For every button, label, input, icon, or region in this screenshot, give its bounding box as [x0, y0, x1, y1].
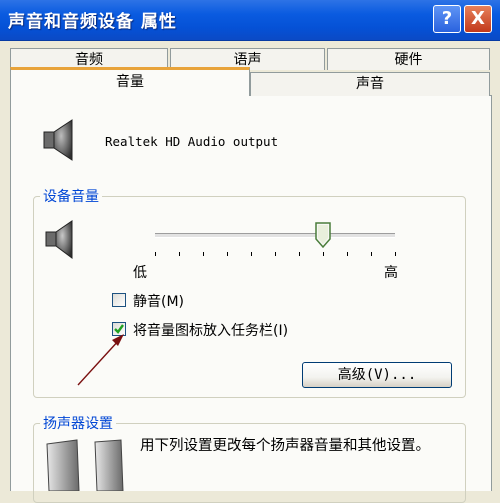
- volume-slider-track[interactable]: [155, 233, 395, 238]
- slider-tick: [155, 252, 156, 256]
- speaker-settings-description: 用下列设置更改每个扬声器音量和其他设置。: [140, 438, 430, 454]
- volume-slider-thumb[interactable]: [315, 222, 331, 248]
- slider-tick: [371, 252, 372, 256]
- slider-tick: [275, 252, 276, 256]
- advanced-button[interactable]: 高级(V)...: [302, 362, 452, 388]
- slider-tick: [395, 252, 396, 256]
- slider-tick: [323, 252, 324, 256]
- window-title: 声音和音频设备 属性: [8, 12, 177, 32]
- slider-tick: [299, 252, 300, 256]
- slider-tick: [203, 252, 204, 256]
- slider-tick: [227, 252, 228, 256]
- speaker-settings-label: 扬声器设置: [40, 413, 116, 433]
- tab-volume[interactable]: 音量: [10, 67, 250, 96]
- tab-hardware[interactable]: 硬件: [327, 48, 490, 70]
- help-button[interactable]: ?: [433, 5, 461, 33]
- title-bar: 声音和音频设备 属性 ? X: [0, 0, 500, 41]
- slider-tick: [251, 252, 252, 256]
- mute-checkbox[interactable]: [112, 293, 126, 307]
- close-button[interactable]: X: [464, 5, 492, 33]
- slider-tick: [179, 252, 180, 256]
- device-volume-label: 设备音量: [40, 186, 102, 206]
- speakers-icon: [46, 439, 124, 491]
- volume-high-label: 高: [384, 265, 398, 281]
- speaker-icon: [45, 220, 73, 259]
- speaker-icon: [43, 119, 73, 161]
- mute-label: 静音(M): [133, 294, 185, 310]
- volume-low-label: 低: [133, 265, 147, 281]
- tray-icon-label: 将音量图标放入任务栏(I): [133, 323, 289, 339]
- slider-tick: [347, 252, 348, 256]
- device-name: Realtek HD Audio output: [105, 134, 279, 149]
- tab-sounds[interactable]: 声音: [250, 72, 490, 96]
- annotation-arrow-icon: [77, 334, 124, 386]
